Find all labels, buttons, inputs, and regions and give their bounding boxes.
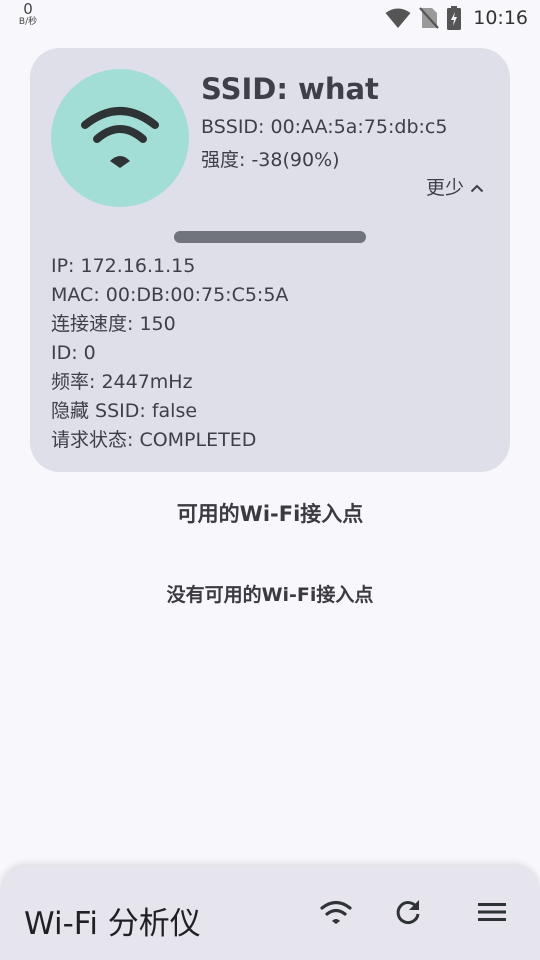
- network-speed-unit: B/秒: [18, 17, 38, 27]
- network-id: ID: 0: [51, 342, 96, 364]
- menu-icon: [478, 901, 506, 927]
- wifi-avatar: [51, 69, 189, 207]
- wifi-icon: [320, 899, 352, 929]
- status-bar: 0 B/秒 10:16: [0, 0, 540, 36]
- wifi-icon: [79, 103, 161, 173]
- ssid-label: SSID: what: [201, 72, 379, 106]
- show-less-button[interactable]: 更少: [426, 173, 484, 200]
- bottom-app-bar: Wi-Fi 分析仪: [0, 866, 540, 960]
- status-time: 10:16: [473, 7, 528, 29]
- empty-access-points-message: 没有可用的Wi-Fi接入点: [166, 584, 374, 606]
- battery-charging-icon: [447, 6, 462, 30]
- ip-address: IP: 172.16.1.15: [51, 255, 196, 277]
- no-sim-icon: [419, 6, 440, 30]
- drag-handle[interactable]: [174, 231, 366, 243]
- wifi-scan-button[interactable]: [320, 898, 352, 930]
- show-less-label: 更少: [425, 177, 464, 199]
- frequency: 频率: 2447mHz: [51, 371, 193, 393]
- menu-button[interactable]: [476, 898, 508, 930]
- hidden-ssid: 隐藏 SSID: false: [51, 400, 198, 422]
- chevron-up-icon: [470, 176, 484, 198]
- mac-address: MAC: 00:DB:00:75:C5:5A: [51, 284, 289, 306]
- app-screen: 0 B/秒 10:16 SSID: what BSSID: 00:AA:5a:7…: [0, 0, 540, 960]
- refresh-icon: [394, 898, 422, 930]
- bssid-label: BSSID: 00:AA:5a:75:db:c5: [201, 116, 448, 138]
- supplicant-state: 请求状态: COMPLETED: [51, 429, 257, 451]
- network-speed-indicator: 0 B/秒: [14, 2, 42, 27]
- signal-strength-label: 强度: -38(90%): [201, 149, 340, 171]
- wifi-signal-icon: [385, 7, 411, 29]
- link-speed: 连接速度: 150: [51, 313, 176, 335]
- status-icons: 10:16: [385, 6, 528, 30]
- access-points-title: 可用的Wi-Fi接入点: [176, 502, 364, 526]
- refresh-button[interactable]: [392, 898, 424, 930]
- app-title: Wi-Fi 分析仪: [24, 906, 201, 942]
- connection-details: IP: 172.16.1.15 MAC: 00:DB:00:75:C5:5A 连…: [51, 252, 288, 455]
- connection-card: SSID: what BSSID: 00:AA:5a:75:db:c5 强度: …: [30, 48, 510, 472]
- network-speed-value: 0: [23, 0, 33, 18]
